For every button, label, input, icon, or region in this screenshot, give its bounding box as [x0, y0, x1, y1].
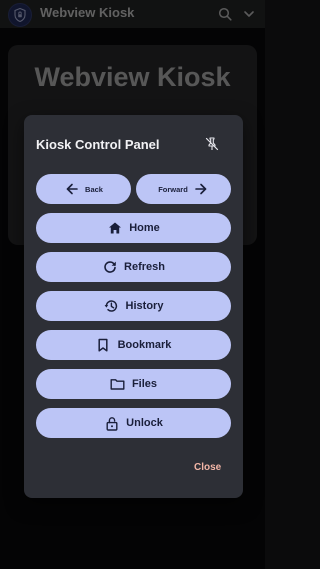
- folder-icon: [110, 377, 125, 392]
- pin-off-icon[interactable]: [202, 134, 222, 154]
- bookmark-button[interactable]: Bookmark: [36, 330, 231, 360]
- history-label: History: [125, 300, 164, 312]
- home-label: Home: [129, 222, 160, 234]
- bookmark-icon: [96, 338, 111, 353]
- home-icon: [107, 221, 122, 236]
- forward-label: Forward: [158, 184, 188, 194]
- history-icon: [104, 299, 119, 314]
- files-label: Files: [131, 378, 158, 390]
- chevron-down-icon[interactable]: [240, 5, 258, 23]
- page-heading: Webview Kiosk: [34, 62, 231, 92]
- forward-button[interactable]: Forward: [136, 174, 231, 204]
- shield-lock-icon: [8, 3, 32, 27]
- refresh-label: Refresh: [124, 261, 165, 273]
- dialog-title: Kiosk Control Panel: [36, 137, 160, 152]
- history-button[interactable]: History: [36, 291, 231, 321]
- refresh-icon: [102, 260, 117, 275]
- kiosk-control-panel-dialog: Kiosk Control Panel Back Forward Home Re…: [24, 115, 243, 498]
- bookmark-label: Bookmark: [117, 339, 172, 351]
- lock-open-icon: [104, 416, 119, 431]
- unlock-label: Unlock: [126, 417, 163, 429]
- refresh-button[interactable]: Refresh: [36, 252, 231, 282]
- unlock-button[interactable]: Unlock: [36, 408, 231, 438]
- back-label: Back: [85, 184, 103, 194]
- arrow-right-icon: [194, 182, 209, 197]
- home-button[interactable]: Home: [36, 213, 231, 243]
- close-button[interactable]: Close: [194, 462, 221, 473]
- search-icon[interactable]: [216, 5, 234, 23]
- app-title: Webview Kiosk: [40, 5, 135, 20]
- app-bar: Webview Kiosk: [0, 0, 265, 28]
- files-button[interactable]: Files: [36, 369, 231, 399]
- arrow-left-icon: [64, 182, 79, 197]
- back-button[interactable]: Back: [36, 174, 131, 204]
